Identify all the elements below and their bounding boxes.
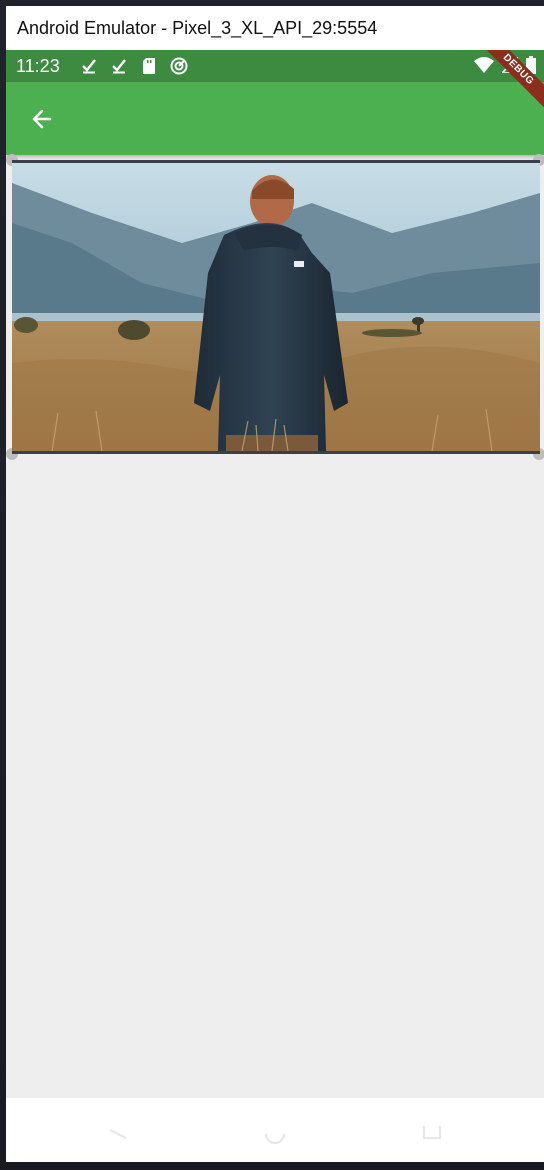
check-download-icon	[80, 57, 98, 75]
navigation-bar	[6, 1098, 544, 1162]
status-bar: 11:23	[6, 50, 544, 82]
app-bar	[6, 82, 544, 155]
back-button[interactable]	[24, 104, 60, 134]
nav-home-button[interactable]	[261, 1116, 289, 1144]
emulator-window-title: Android Emulator - Pixel_3_XL_API_29:555…	[6, 6, 544, 50]
device-screen: 11:23 DEBUG	[6, 50, 544, 1162]
status-icons-left	[80, 57, 188, 75]
photo-image	[12, 160, 540, 454]
sync-icon	[170, 57, 188, 75]
nav-recents-button[interactable]	[418, 1116, 446, 1144]
arrow-back-icon	[32, 109, 52, 129]
home-circle-icon	[265, 1133, 285, 1144]
status-time: 11:23	[16, 55, 60, 76]
nav-back-button[interactable]	[104, 1116, 132, 1144]
wifi-icon	[474, 57, 494, 78]
recents-square-icon	[423, 1126, 441, 1139]
sd-card-icon	[140, 57, 158, 75]
check-download-icon	[110, 57, 128, 75]
window-title-text: Android Emulator - Pixel_3_XL_API_29:555…	[17, 17, 378, 38]
photo-person-in-field-icon	[12, 163, 540, 451]
back-triangle-icon	[109, 1129, 127, 1139]
